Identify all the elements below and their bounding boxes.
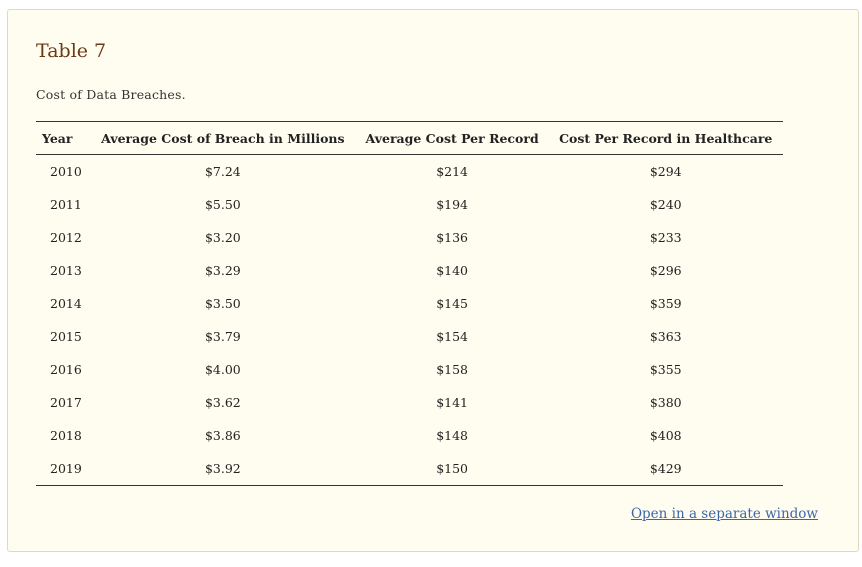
- cell-healthcare-cost-record: $296: [649, 263, 682, 278]
- table-row: 2011 $5.50 $194 $240: [36, 188, 783, 221]
- column-header-year: Year: [36, 121, 90, 155]
- cell-healthcare-cost-record: $429: [548, 452, 783, 486]
- cell-avg-cost-record: $158: [436, 362, 469, 377]
- cell-avg-cost-breach: $7.24: [204, 164, 241, 179]
- cell-avg-cost-record: $154: [436, 329, 469, 344]
- table-row: 2012 $3.20 $136 $233: [36, 221, 783, 254]
- header-row: Year Average Cost of Breach in Millions …: [36, 121, 783, 155]
- cell-year: 2011: [50, 197, 82, 212]
- table-row: 2010 $7.24 $214 $294: [36, 155, 783, 189]
- table-caption: Cost of Data Breaches.: [36, 87, 186, 102]
- cell-healthcare-cost-record: $359: [649, 296, 682, 311]
- cell-year: 2015: [50, 329, 82, 344]
- table-row: 2016 $4.00 $158 $355: [36, 353, 783, 386]
- cell-avg-cost-breach: $5.50: [204, 197, 241, 212]
- table-row: 2017 $3.62 $141 $380: [36, 386, 783, 419]
- cell-healthcare-cost-record: $380: [649, 395, 682, 410]
- cell-avg-cost-record: $148: [436, 428, 469, 443]
- open-separate-window-link[interactable]: Open in a separate window: [631, 506, 818, 522]
- column-header-avg-cost-breach: Average Cost of Breach in Millions: [89, 121, 356, 155]
- table-row: 2019 $3.92 $150 $429: [36, 452, 783, 486]
- cell-year: 2019: [36, 452, 90, 486]
- cell-avg-cost-record: $150: [355, 452, 549, 486]
- cell-avg-cost-record: $145: [436, 296, 469, 311]
- cell-avg-cost-breach: $3.29: [204, 263, 241, 278]
- cell-avg-cost-breach: $3.92: [89, 452, 356, 486]
- table-title: Table 7: [36, 40, 107, 62]
- cell-avg-cost-breach: $3.20: [204, 230, 241, 245]
- table-header: Year Average Cost of Breach in Millions …: [36, 121, 783, 155]
- cell-year: 2010: [50, 164, 82, 179]
- column-header-healthcare-cost-record: Cost Per Record in Healthcare: [548, 121, 783, 155]
- cell-year: 2012: [50, 230, 82, 245]
- cell-year: 2018: [50, 428, 82, 443]
- data-breach-cost-table: Year Average Cost of Breach in Millions …: [36, 121, 783, 486]
- cell-avg-cost-record: $141: [436, 395, 469, 410]
- cell-avg-cost-breach: $3.79: [204, 329, 241, 344]
- cell-avg-cost-breach: $3.62: [204, 395, 241, 410]
- cell-year: 2017: [50, 395, 82, 410]
- cell-avg-cost-record: $136: [436, 230, 469, 245]
- cell-year: 2013: [50, 263, 82, 278]
- cell-healthcare-cost-record: $408: [649, 428, 682, 443]
- table-body: 2010 $7.24 $214 $294 2011 $5.50 $194 $24…: [36, 155, 783, 486]
- cell-avg-cost-record: $194: [436, 197, 469, 212]
- cell-healthcare-cost-record: $363: [649, 329, 682, 344]
- table-row: 2013 $3.29 $140 $296: [36, 254, 783, 287]
- cell-healthcare-cost-record: $294: [649, 164, 682, 179]
- cell-year: 2014: [50, 296, 82, 311]
- cell-avg-cost-breach: $4.00: [204, 362, 241, 377]
- column-header-avg-cost-record: Average Cost Per Record: [355, 121, 549, 155]
- cell-avg-cost-record: $214: [436, 164, 469, 179]
- cell-healthcare-cost-record: $240: [649, 197, 682, 212]
- cell-avg-cost-breach: $3.50: [204, 296, 241, 311]
- cell-avg-cost-breach: $3.86: [204, 428, 241, 443]
- cell-year: 2016: [50, 362, 82, 377]
- table-row: 2014 $3.50 $145 $359: [36, 287, 783, 320]
- cell-healthcare-cost-record: $233: [649, 230, 682, 245]
- table-panel: Table 7 Cost of Data Breaches. Year Aver…: [7, 9, 859, 552]
- cell-healthcare-cost-record: $355: [649, 362, 682, 377]
- table-row: 2015 $3.79 $154 $363: [36, 320, 783, 353]
- table-row: 2018 $3.86 $148 $408: [36, 419, 783, 452]
- cell-avg-cost-record: $140: [436, 263, 469, 278]
